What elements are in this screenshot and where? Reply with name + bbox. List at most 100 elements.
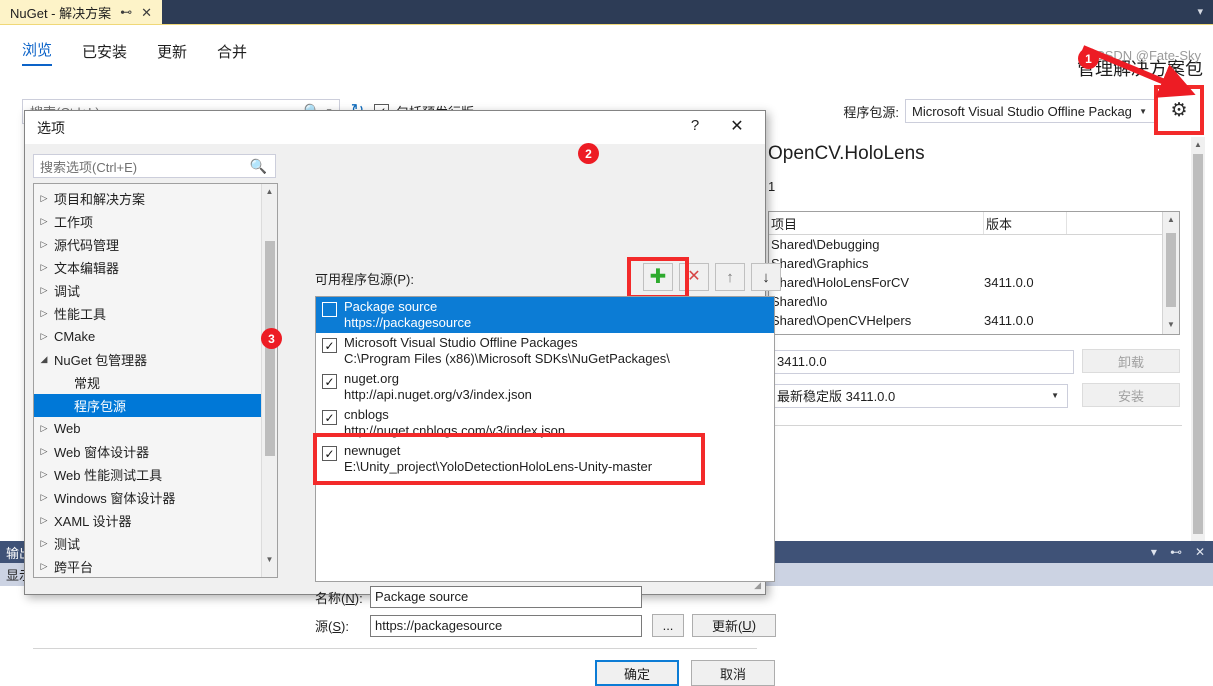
options-tree-item[interactable]: ▷ 项目和解决方案 [34,187,261,210]
options-tree-item-label: XAML 设计器 [54,514,132,529]
package-source-label: 程序包源: [843,104,899,120]
chevron-right-icon[interactable]: ▷ [34,308,54,319]
table-row[interactable]: Shared\OpenCVHelpers 3411.0.0 [769,311,1162,330]
package-sources-list[interactable]: Package source https://packagesource ✓ Micr… [315,296,775,582]
scroll-up-icon[interactable]: ▲ [1194,137,1202,152]
tab-consolidate[interactable]: 合并 [217,41,247,66]
move-up-button[interactable]: ↑ [715,263,745,291]
options-tree-item[interactable]: ▷ 调试 [34,279,261,302]
move-down-button[interactable]: ↓ [751,263,781,291]
options-tree-item[interactable]: ▷ CMake [34,325,261,348]
package-source-item[interactable]: ✓ Microsoft Visual Studio Offline Package… [316,333,774,369]
chevron-right-icon[interactable]: ▷ [34,446,54,457]
chevron-right-icon[interactable]: ▷ [34,492,54,503]
package-source-item[interactable]: ✓ cnblogs http://nuget.cnblogs.com/v3/inde… [316,405,774,441]
options-tree-item[interactable]: ▷ Web 性能测试工具 [34,463,261,486]
close-icon[interactable]: ✕ [1195,545,1205,559]
package-source-checkbox[interactable]: ✓ [322,410,337,425]
scrollbar-thumb[interactable] [1193,154,1203,534]
options-tree-item-label: CMake [54,329,96,344]
package-source-select[interactable]: Microsoft Visual Studio Offline Packages… [905,99,1155,123]
chevron-down-icon[interactable]: ◢ [34,354,54,365]
table-row[interactable]: Shared\Rendering [769,330,1162,334]
cancel-button[interactable]: 取消 [691,660,775,686]
projects-table-scrollbar[interactable]: ▲ ▼ [1162,212,1179,334]
tab-browse[interactable]: 浏览 [22,39,53,66]
options-tree-item[interactable]: ▷ 文本编辑器 [34,256,261,279]
options-tree-item[interactable]: ▷ 源代码管理 [34,233,261,256]
package-source-url: C:\Program Files (x86)\Microsoft SDKs\Nu… [344,351,670,366]
options-tree-scrollbar[interactable]: ▲ ▼ [261,184,277,577]
uninstall-button[interactable]: 卸载 [1082,349,1180,373]
page-scrollbar[interactable]: ▲ [1191,137,1205,551]
options-tree-item[interactable]: ▷ XAML 设计器 [34,509,261,532]
document-tab-nuget[interactable]: NuGet - 解决方案 ⊷ ✕ [0,0,162,24]
tab-installed[interactable]: 已安装 [82,41,127,66]
package-source-checkbox[interactable] [322,302,337,317]
package-source-item[interactable]: ✓ newnuget E:\Unity_project\YoloDetectionH… [316,441,774,477]
chevron-down-icon[interactable]: ▾ [1151,545,1157,559]
scroll-down-icon[interactable]: ▼ [1167,317,1175,332]
resize-grip-icon[interactable]: ◢ [754,580,761,591]
install-button[interactable]: 安装 [1082,383,1180,407]
chevron-right-icon[interactable]: ▷ [34,469,54,480]
options-tree-item[interactable]: 程序包源 [34,394,261,417]
chevron-right-icon[interactable]: ▷ [34,538,54,549]
column-header-project[interactable]: 项目 [769,212,984,234]
options-tree-item[interactable]: ▷ 工作项 [34,210,261,233]
package-source-item[interactable]: ✓ nuget.org http://api.nuget.org/v3/index.… [316,369,774,405]
package-source-checkbox[interactable]: ✓ [322,338,337,353]
scroll-up-icon[interactable]: ▲ [1167,212,1175,227]
options-tree-item-label: 工作项 [54,215,94,230]
table-row[interactable]: Shared\Io [769,292,1162,311]
version-select[interactable]: 最新稳定版 3411.0.0 ▼ [770,383,1068,408]
help-icon[interactable]: ? [685,117,705,134]
column-header-version[interactable]: 版本 [984,212,1067,234]
annotation-badge-3: 3 [261,328,282,349]
table-row[interactable]: Shared\HoloLensForCV 3411.0.0 [769,273,1162,292]
chevron-right-icon[interactable]: ▷ [34,285,54,296]
options-search-input[interactable]: 搜索选项(Ctrl+E) 🔍 [33,154,276,178]
chevron-right-icon[interactable]: ▷ [34,423,54,434]
package-source-checkbox[interactable]: ✓ [322,446,337,461]
options-tree-item[interactable]: ▷ 跨平台 [34,555,261,577]
options-tree-item-label: 性能工具 [54,307,107,322]
package-source-checkbox[interactable]: ✓ [322,374,337,389]
options-tree-item[interactable]: ▷ 性能工具 [34,302,261,325]
chevron-down-icon[interactable]: ▾ [1197,5,1203,19]
close-icon[interactable]: ✕ [727,116,747,136]
options-category-tree[interactable]: ▷ 项目和解决方案 ▷ 工作项 ▷ 源代码管理 ▷ 文本编辑器 ▷ 调试 ▷ 性能工具 ▷ CMake ◢ N… [33,183,278,578]
browse-button[interactable]: ... [652,614,684,637]
options-tree-item[interactable]: ▷ 测试 [34,532,261,555]
pin-icon[interactable]: ⊷ [1170,545,1182,559]
options-tree-item[interactable]: ▷ Windows 窗体设计器 [34,486,261,509]
column-header-blank[interactable] [1067,212,1162,234]
options-tree-item[interactable]: ▷ Web 窗体设计器 [34,440,261,463]
package-name: OpenCV.HoloLens [768,143,925,164]
options-tree-item[interactable]: ◢ NuGet 包管理器 [34,348,261,371]
source-url-row: 源(S): https://packagesource ... 更新(U) [315,614,776,637]
package-source-item[interactable]: Package source https://packagesource [316,297,774,333]
scroll-down-icon[interactable]: ▼ [266,552,274,567]
source-url-input[interactable]: https://packagesource [370,614,642,637]
source-name-input[interactable]: Package source [370,586,642,608]
chevron-right-icon[interactable]: ▷ [34,561,54,572]
chevron-right-icon[interactable]: ▷ [34,193,54,204]
scroll-up-icon[interactable]: ▲ [266,184,274,199]
scrollbar-thumb[interactable] [1166,233,1176,307]
table-row[interactable]: Shared\Debugging [769,235,1162,254]
options-tree-item[interactable]: 常规 [34,371,261,394]
ok-button[interactable]: 确定 [595,660,679,686]
pin-icon[interactable]: ⊷ [120,6,132,18]
chevron-right-icon[interactable]: ▷ [34,262,54,273]
chevron-right-icon[interactable]: ▷ [34,216,54,227]
options-tree-item[interactable]: ▷ Web [34,417,261,440]
tab-updates[interactable]: 更新 [157,41,187,66]
installed-version-field[interactable]: 3411.0.0 [770,349,1074,374]
close-icon[interactable]: ✕ [141,6,152,19]
chevron-right-icon[interactable]: ▷ [34,239,54,250]
update-source-button[interactable]: 更新(U) [692,614,776,637]
chevron-right-icon[interactable]: ▷ [34,331,54,342]
table-row[interactable]: Shared\Graphics [769,254,1162,273]
chevron-right-icon[interactable]: ▷ [34,515,54,526]
